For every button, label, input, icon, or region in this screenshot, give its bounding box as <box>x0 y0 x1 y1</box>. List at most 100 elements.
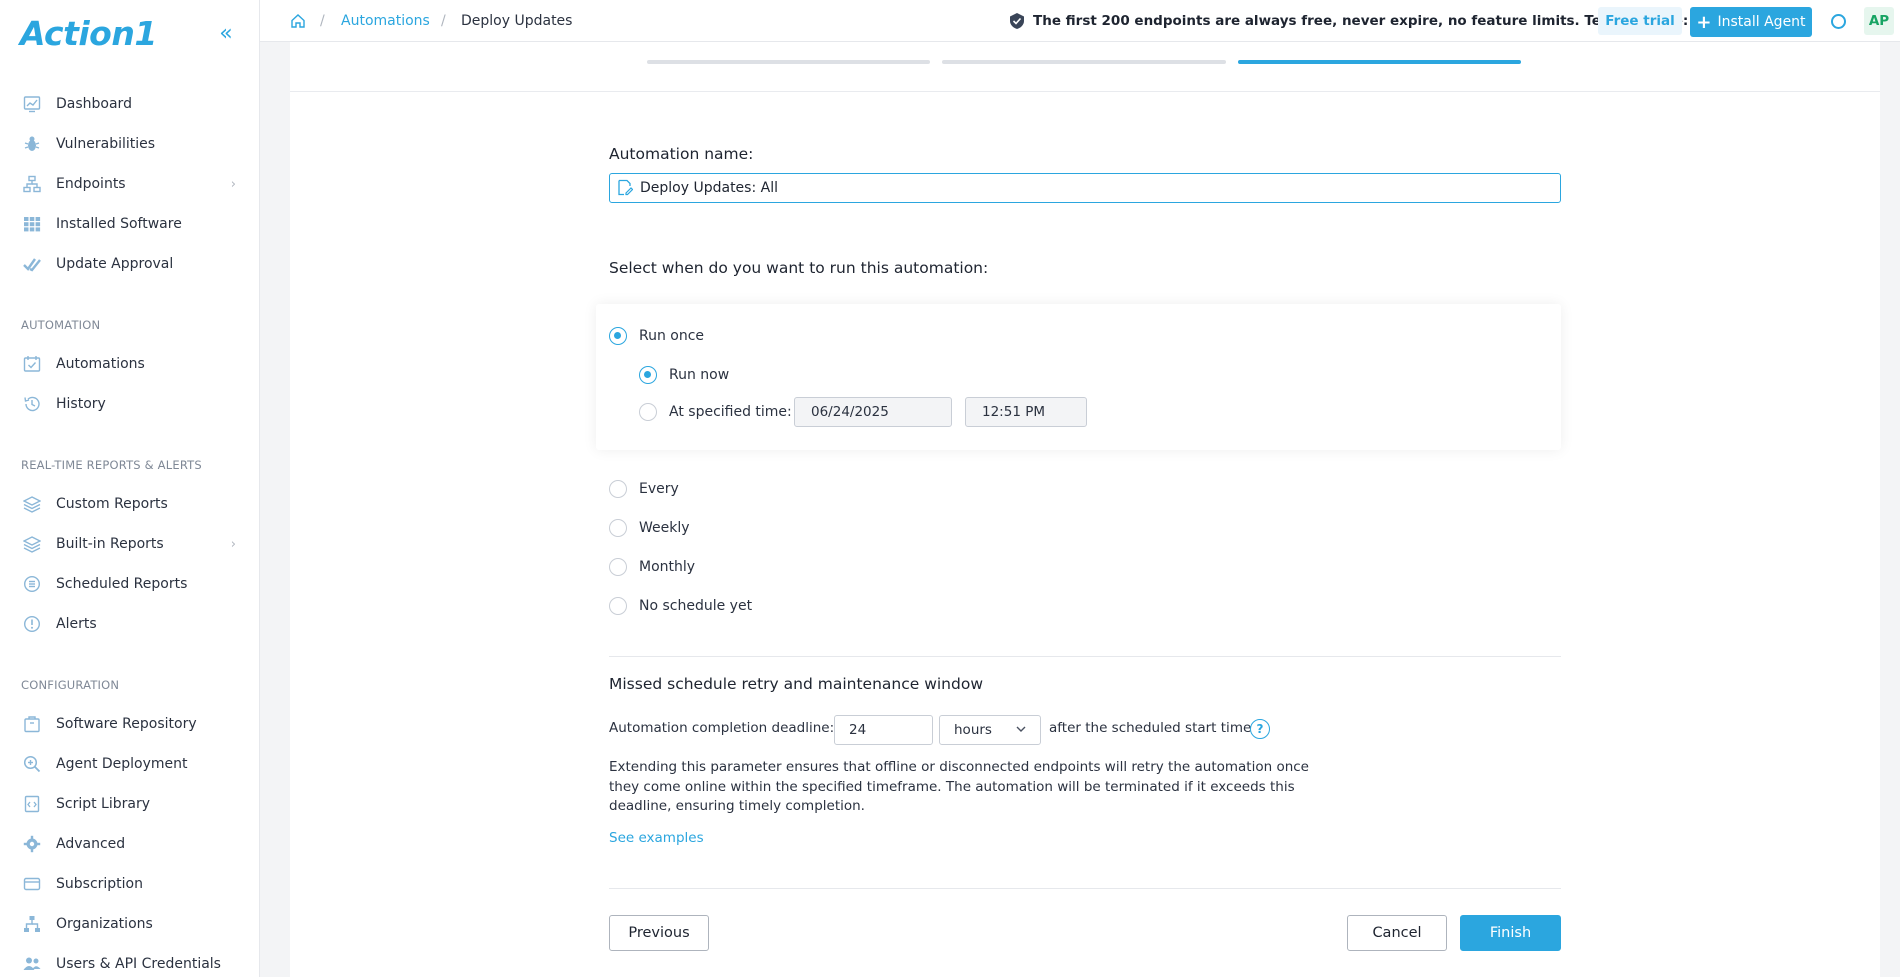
sidebar-item-software-repository[interactable]: Software Repository <box>0 707 258 741</box>
deadline-description: Extending this parameter ensures that of… <box>609 759 1309 814</box>
sidebar-item-agent-deployment[interactable]: Agent Deployment <box>0 747 258 781</box>
sidebar-item-label: Dashboard <box>56 96 132 112</box>
collapse-sidebar-button[interactable]: « <box>214 20 238 48</box>
sidebar-item-label: Users & API Credentials <box>56 956 221 972</box>
previous-button[interactable]: Previous <box>609 915 709 951</box>
deadline-input[interactable]: 24 <box>834 715 933 745</box>
sidebar-item-organizations[interactable]: Organizations <box>0 907 258 941</box>
see-examples-link[interactable]: See examples <box>609 830 704 846</box>
date-input[interactable]: 06/24/2025 <box>794 397 952 427</box>
radio-button-checked[interactable] <box>639 366 657 384</box>
time-input[interactable]: 12:51 PM <box>965 397 1087 427</box>
radio-button[interactable] <box>609 480 627 498</box>
sidebar-section-automation: AUTOMATION <box>21 318 101 332</box>
breadcrumb-current: Deploy Updates <box>461 13 573 29</box>
sidebar-item-built-in-reports[interactable]: Built-in Reports › <box>0 527 258 561</box>
automation-name-label: Automation name: <box>609 145 754 163</box>
sidebar-item-subscription[interactable]: Subscription <box>0 867 258 901</box>
action1-logo[interactable]: Action1 <box>20 14 157 53</box>
alert-icon <box>21 613 43 635</box>
radio-weekly[interactable]: Weekly <box>609 519 690 537</box>
chevron-down-icon <box>1014 722 1028 736</box>
wizard-card: Automation name: Deploy Updates: All Sel… <box>290 42 1880 977</box>
deadline-label: Automation completion deadline: <box>609 720 835 736</box>
install-agent-button[interactable]: + Install Agent <box>1690 7 1812 37</box>
sidebar-item-update-approval[interactable]: Update Approval <box>0 247 258 281</box>
help-icon[interactable]: ? <box>1250 719 1270 739</box>
sidebar-item-label: Alerts <box>56 616 97 632</box>
grid-icon <box>21 213 43 235</box>
sidebar-item-label: Automations <box>56 356 145 372</box>
radio-label: Run now <box>669 367 730 383</box>
breadcrumb-separator: / <box>441 13 446 29</box>
retry-heading: Missed schedule retry and maintenance wi… <box>609 675 984 693</box>
edit-doc-icon <box>617 179 634 196</box>
radio-button[interactable] <box>609 558 627 576</box>
sidebar-item-vulnerabilities[interactable]: Vulnerabilities <box>0 127 258 161</box>
top-bar: / Automations / Deploy Updates The first… <box>260 0 1900 42</box>
history-icon <box>21 393 43 415</box>
user-avatar[interactable]: AP <box>1864 7 1894 35</box>
radio-button[interactable] <box>639 403 657 421</box>
radio-no-schedule[interactable]: No schedule yet <box>609 597 752 615</box>
radio-button[interactable] <box>609 597 627 615</box>
sidebar-section-configuration: CONFIGURATION <box>21 678 120 692</box>
status-circle-icon[interactable] <box>1831 14 1846 29</box>
org-chart-icon <box>21 913 43 935</box>
chevron-right-icon: › <box>230 536 236 552</box>
package-icon <box>21 713 43 735</box>
sidebar-item-script-library[interactable]: Script Library <box>0 787 258 821</box>
sidebar-item-label: Agent Deployment <box>56 756 188 772</box>
sidebar: Action1 « Dashboard Vulnerabilities Endp… <box>0 0 260 977</box>
radio-button-checked[interactable] <box>609 327 627 345</box>
wizard-step-3-active[interactable] <box>1238 60 1521 64</box>
promo-text: The first 200 endpoints are always free,… <box>1033 13 1689 29</box>
radio-every[interactable]: Every <box>609 480 679 498</box>
wizard-step-1[interactable] <box>647 60 930 64</box>
radio-label: At specified time: <box>669 404 792 420</box>
sidebar-item-label: Subscription <box>56 876 143 892</box>
free-trial-button[interactable]: Free trial <box>1598 7 1682 35</box>
footer-divider <box>609 888 1561 889</box>
cancel-button[interactable]: Cancel <box>1347 915 1447 951</box>
radio-run-once[interactable]: Run once <box>609 327 704 345</box>
magnify-plus-icon <box>21 753 43 775</box>
radio-run-now[interactable]: Run now <box>639 366 729 384</box>
radio-button[interactable] <box>609 519 627 537</box>
promo-banner: The first 200 endpoints are always free,… <box>1008 0 1688 42</box>
schedule-heading: Select when do you want to run this auto… <box>609 259 989 277</box>
chart-icon <box>21 93 43 115</box>
sidebar-item-installed-software[interactable]: Installed Software <box>0 207 258 241</box>
radio-at-specified-time[interactable]: At specified time: <box>639 403 792 421</box>
finish-button[interactable]: Finish <box>1460 915 1561 951</box>
install-agent-label: Install Agent <box>1717 14 1806 30</box>
home-icon[interactable] <box>290 0 306 42</box>
sidebar-item-label: Custom Reports <box>56 496 168 512</box>
sidebar-item-automations[interactable]: Automations <box>0 347 258 381</box>
clock-list-icon <box>21 573 43 595</box>
sidebar-item-alerts[interactable]: Alerts <box>0 607 258 641</box>
gear-icon <box>21 833 43 855</box>
sidebar-item-label: History <box>56 396 106 412</box>
layers-icon <box>21 533 43 555</box>
automation-name-input[interactable]: Deploy Updates: All <box>609 173 1561 203</box>
sidebar-item-custom-reports[interactable]: Custom Reports <box>0 487 258 521</box>
sidebar-item-advanced[interactable]: Advanced <box>0 827 258 861</box>
sidebar-item-label: Installed Software <box>56 216 182 232</box>
sidebar-item-users-api-credentials[interactable]: Users & API Credentials <box>0 947 258 977</box>
sidebar-item-label: Vulnerabilities <box>56 136 156 152</box>
sidebar-item-endpoints[interactable]: Endpoints › <box>0 167 258 201</box>
users-icon <box>21 953 43 975</box>
breadcrumb-automations[interactable]: Automations <box>341 0 430 42</box>
network-icon <box>21 173 43 195</box>
wizard-steps <box>290 42 1880 92</box>
radio-monthly[interactable]: Monthly <box>609 558 695 576</box>
chevron-right-icon: › <box>230 176 236 192</box>
sidebar-item-dashboard[interactable]: Dashboard <box>0 87 258 121</box>
wizard-step-2[interactable] <box>942 60 1226 64</box>
sidebar-item-scheduled-reports[interactable]: Scheduled Reports <box>0 567 258 601</box>
sidebar-item-label: Organizations <box>56 916 153 932</box>
radio-label: Run once <box>639 328 705 344</box>
deadline-unit-select[interactable]: hours <box>939 715 1041 745</box>
sidebar-item-history[interactable]: History <box>0 387 258 421</box>
